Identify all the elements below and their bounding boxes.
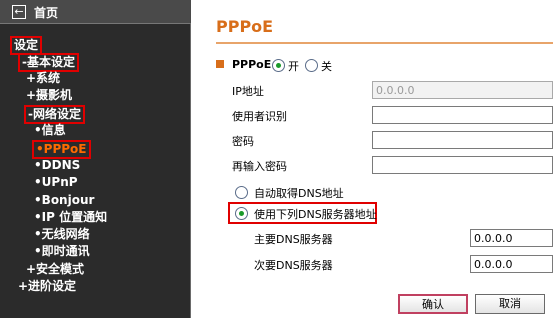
home-link[interactable]: ← 首页 [0,0,191,24]
pppoe-on-label: 开 [288,60,299,73]
password-field[interactable] [372,131,553,149]
nav-basic-settings[interactable]: -基本设定 [18,53,79,72]
section-bullet-icon [216,60,224,68]
main-panel: PPPoE PPPoE 开 关 IP地址 使用者识别 密码 再输入密码 自动取得… [192,0,553,318]
nav-upnp[interactable]: •UPnP [34,175,78,190]
dns-auto-radio[interactable] [235,186,248,199]
password-label: 密码 [232,135,254,148]
ip-address-label: IP地址 [232,85,264,98]
nav-instant-messaging[interactable]: •即时通讯 [34,244,90,259]
nav-security-mode[interactable]: +安全模式 [26,262,84,277]
back-arrow-icon: ← [12,5,26,19]
nav-info[interactable]: •信息 [34,123,66,138]
nav-network-settings[interactable]: -网络设定 [24,105,85,124]
dns-auto-label: 自动取得DNS地址 [254,187,344,200]
reenter-password-field[interactable] [372,156,553,174]
nav-advanced-settings[interactable]: +进阶设定 [18,279,76,294]
confirm-button[interactable]: 确认 [398,294,468,314]
primary-dns-field[interactable] [470,229,553,247]
title-divider [216,42,553,44]
user-id-field[interactable] [372,106,553,124]
home-label: 首页 [34,6,59,20]
nav-ip-notification[interactable]: •IP 位置通知 [34,210,107,225]
nav-pppoe[interactable]: •PPPoE [32,140,91,159]
secondary-dns-field[interactable] [470,255,553,273]
reenter-password-label: 再输入密码 [232,160,287,173]
nav-camera[interactable]: +摄影机 [26,88,72,103]
pppoe-off-radio[interactable] [305,59,318,72]
nav-bonjour[interactable]: •Bonjour [34,193,94,208]
pppoe-on-radio[interactable] [272,59,285,72]
nav-system[interactable]: +系统 [26,71,60,86]
secondary-dns-label: 次要DNS服务器 [254,259,333,272]
nav-ddns[interactable]: •DDNS [34,158,80,173]
user-id-label: 使用者识别 [232,110,287,123]
page-title: PPPoE [216,17,274,36]
cancel-button[interactable]: 取消 [475,294,545,314]
dns-manual-radio[interactable] [235,207,248,220]
pppoe-label: PPPoE [232,58,272,71]
pppoe-off-label: 关 [321,60,332,73]
dns-manual-label: 使用下列DNS服务器地址 [254,208,377,221]
primary-dns-label: 主要DNS服务器 [254,233,333,246]
sidebar: ← 首页 设定 -基本设定 +系统 +摄影机 -网络设定 •信息 •PPPoE … [0,0,191,318]
nav-wireless[interactable]: •无线网络 [34,227,90,242]
ip-address-field[interactable] [372,81,553,99]
